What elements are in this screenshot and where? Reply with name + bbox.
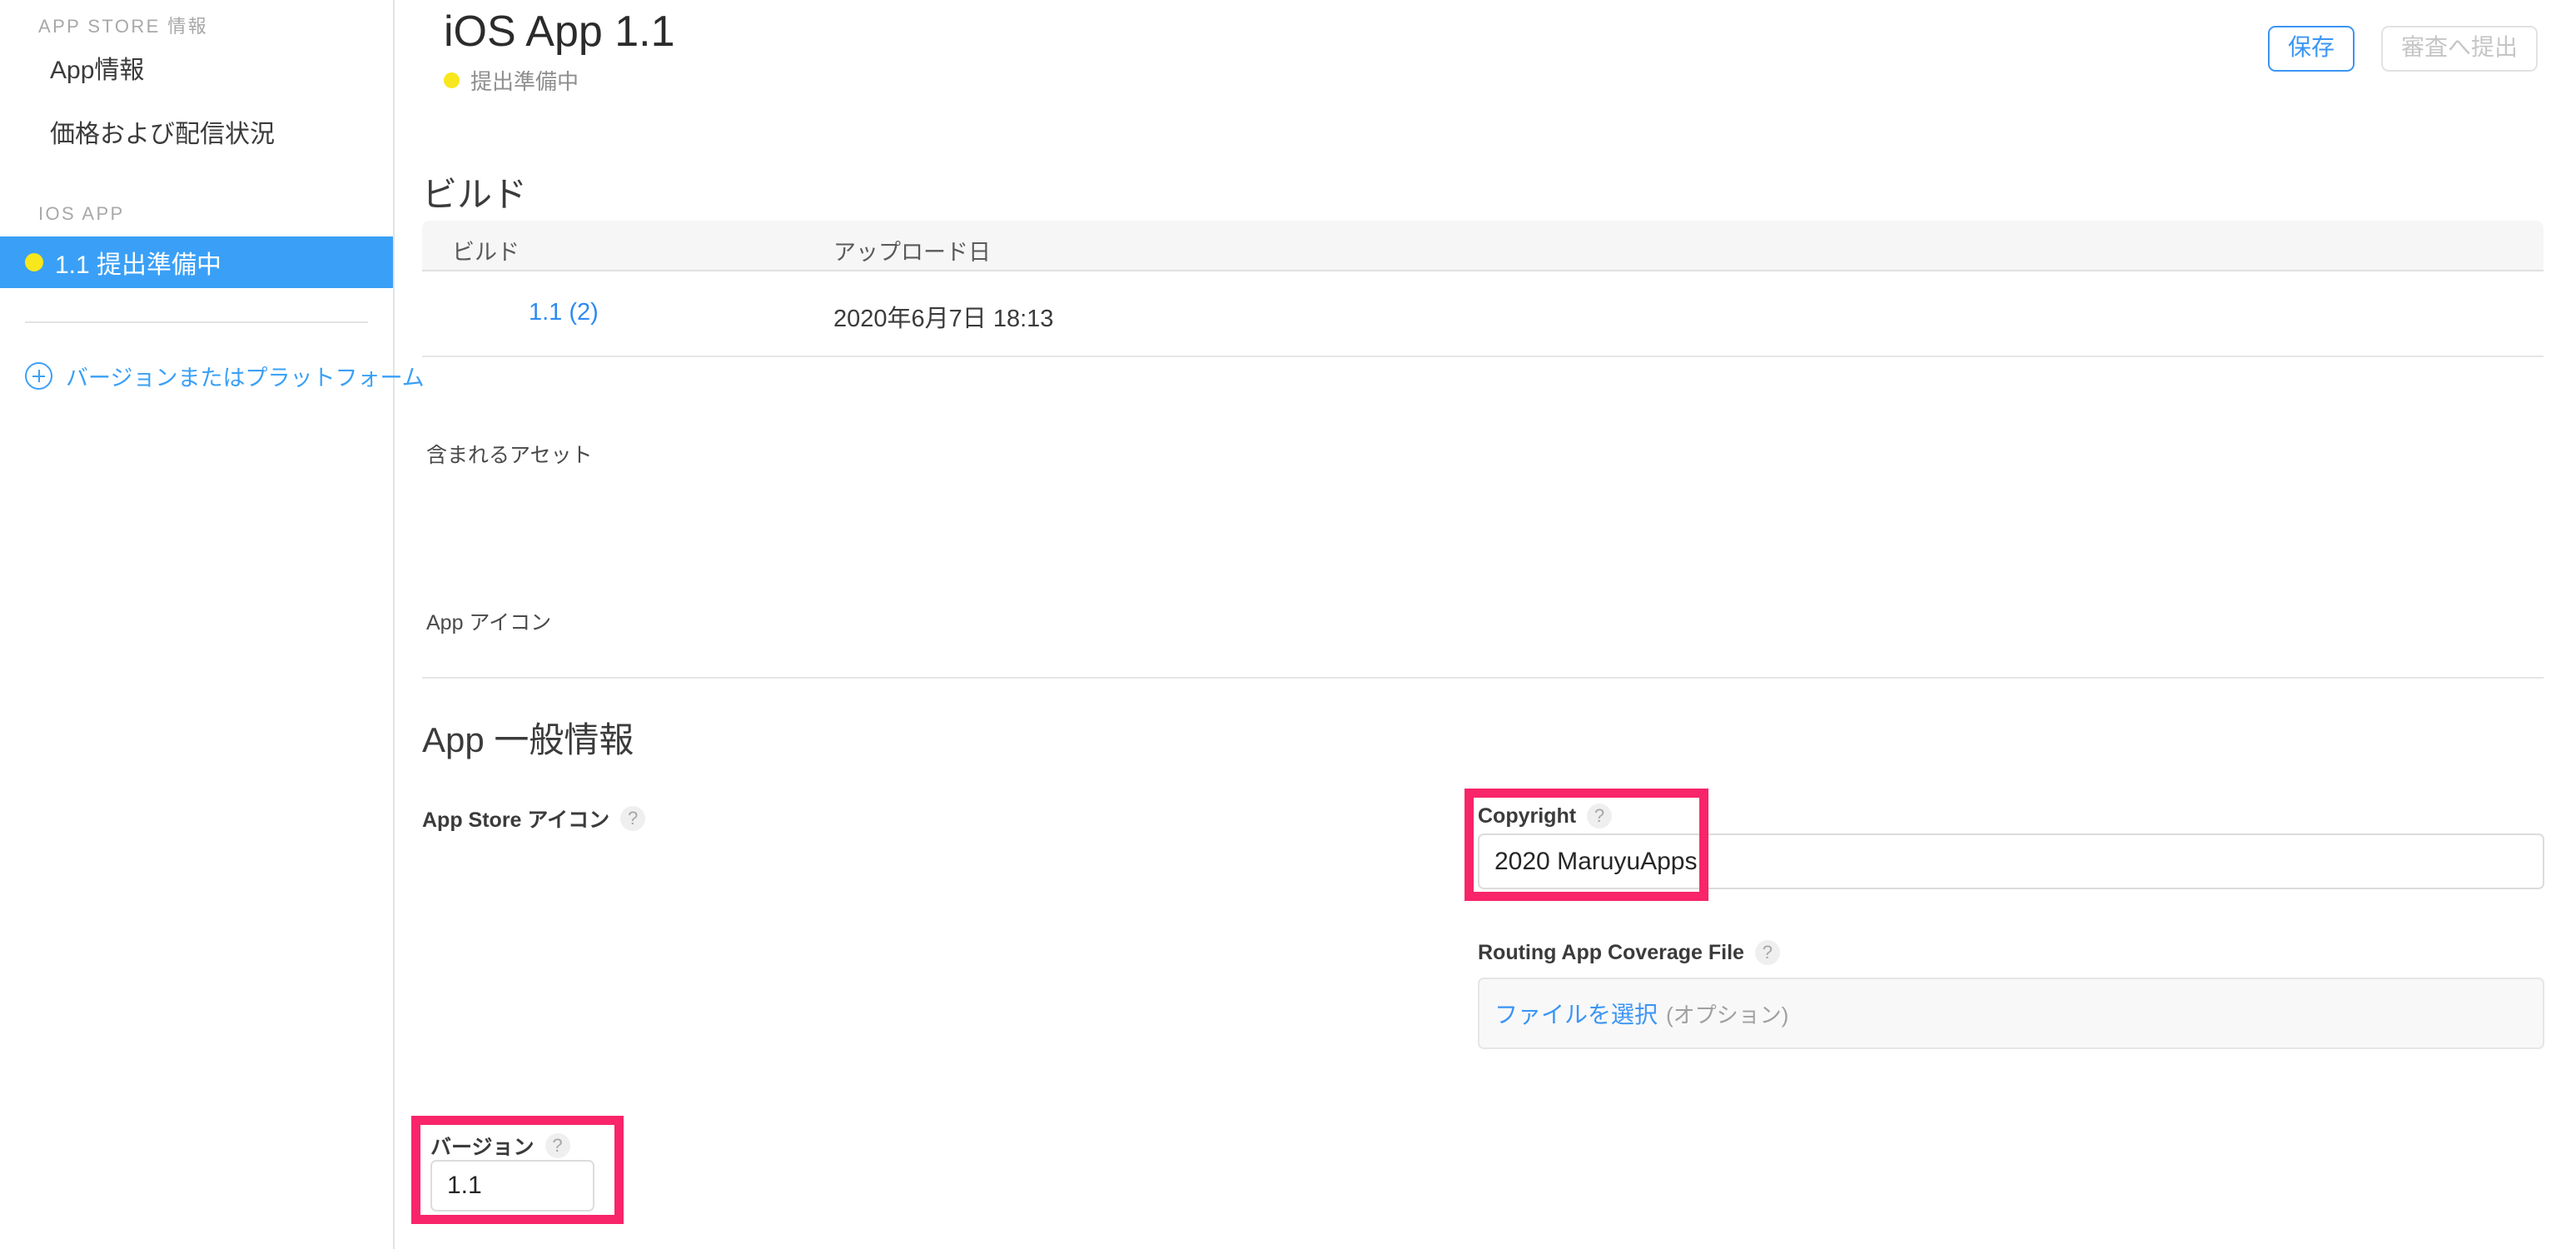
help-icon[interactable]: ? — [1754, 940, 1780, 965]
help-icon[interactable]: ? — [620, 806, 646, 831]
app-store-icon-preview[interactable] — [422, 835, 550, 963]
sidebar-group-heading-appstore: APP STORE 情報 — [38, 16, 209, 37]
top-actions: 保存 審査へ提出 — [2267, 26, 2538, 72]
add-version-label: バージョンまたはプラットフォーム — [66, 366, 425, 391]
build-upload-date: 2020年6月7日 18:13 — [833, 306, 1054, 332]
build-version-link[interactable]: 1.1 (2) — [529, 299, 599, 326]
sidebar: APP STORE 情報 App情報 価格および配信状況 IOS APP 1.1… — [0, 0, 425, 1249]
optional-label: (オプション) — [1666, 1002, 1789, 1028]
status-label: 提出準備中 — [470, 69, 579, 94]
column-header-build: ビルド — [452, 240, 520, 265]
sidebar-item-version-1-1[interactable]: 1.1 提出準備中 — [0, 236, 393, 288]
app-icon-thumb — [452, 286, 507, 341]
add-version-or-platform-button[interactable]: バージョンまたはプラットフォーム — [0, 323, 425, 392]
section-divider — [422, 677, 2544, 679]
app-store-connect-page: APP STORE 情報 App情報 価格および配信状況 IOS APP 1.1… — [0, 0, 2576, 1249]
general-info-section-title: App 一般情報 — [422, 720, 634, 759]
choose-file-link[interactable]: ファイルを選択 — [1494, 997, 1658, 1030]
save-button[interactable]: 保存 — [2267, 26, 2355, 72]
routing-file-picker[interactable]: ファイルを選択 (オプション) — [1478, 978, 2544, 1049]
table-header-row: ビルド アップロード日 — [422, 221, 2544, 271]
main-content: iOS App 1.1 提出準備中 保存 審査へ提出 ビルド ビルド アップロー… — [395, 0, 2576, 1249]
page-status: 提出準備中 — [444, 65, 579, 96]
app-store-icon-label: App Store アイコン ? — [422, 804, 646, 833]
copyright-highlight-annotation — [1465, 789, 1708, 901]
status-dot-icon — [444, 72, 460, 88]
build-section-title: ビルド — [422, 175, 528, 214]
asset-app-icon-tile[interactable] — [426, 465, 553, 591]
table-row[interactable]: 1.1 (2) 2020年6月7日 18:13 — [422, 271, 2544, 357]
page-title: iOS App 1.1 — [444, 7, 675, 56]
sidebar-item-app-info[interactable]: App情報 — [0, 38, 393, 102]
sidebar-item-pricing[interactable]: 価格および配信状況 — [0, 102, 393, 167]
plus-circle-icon — [25, 362, 52, 390]
routing-app-coverage-file-label: Routing App Coverage File ? — [1478, 940, 1780, 965]
column-header-upload-date: アップロード日 — [833, 240, 991, 265]
status-dot-icon — [25, 253, 43, 271]
submit-for-review-button[interactable]: 審査へ提出 — [2380, 26, 2538, 72]
sidebar-group-heading-ios-app: IOS APP — [38, 203, 125, 224]
asset-caption: App アイコン — [426, 611, 552, 634]
sidebar-item-label: 1.1 提出準備中 — [55, 251, 222, 279]
build-table: ビルド アップロード日 1.1 (2) 2020年6月7日 18:13 — [422, 221, 2544, 357]
version-highlight-annotation — [411, 1116, 624, 1224]
